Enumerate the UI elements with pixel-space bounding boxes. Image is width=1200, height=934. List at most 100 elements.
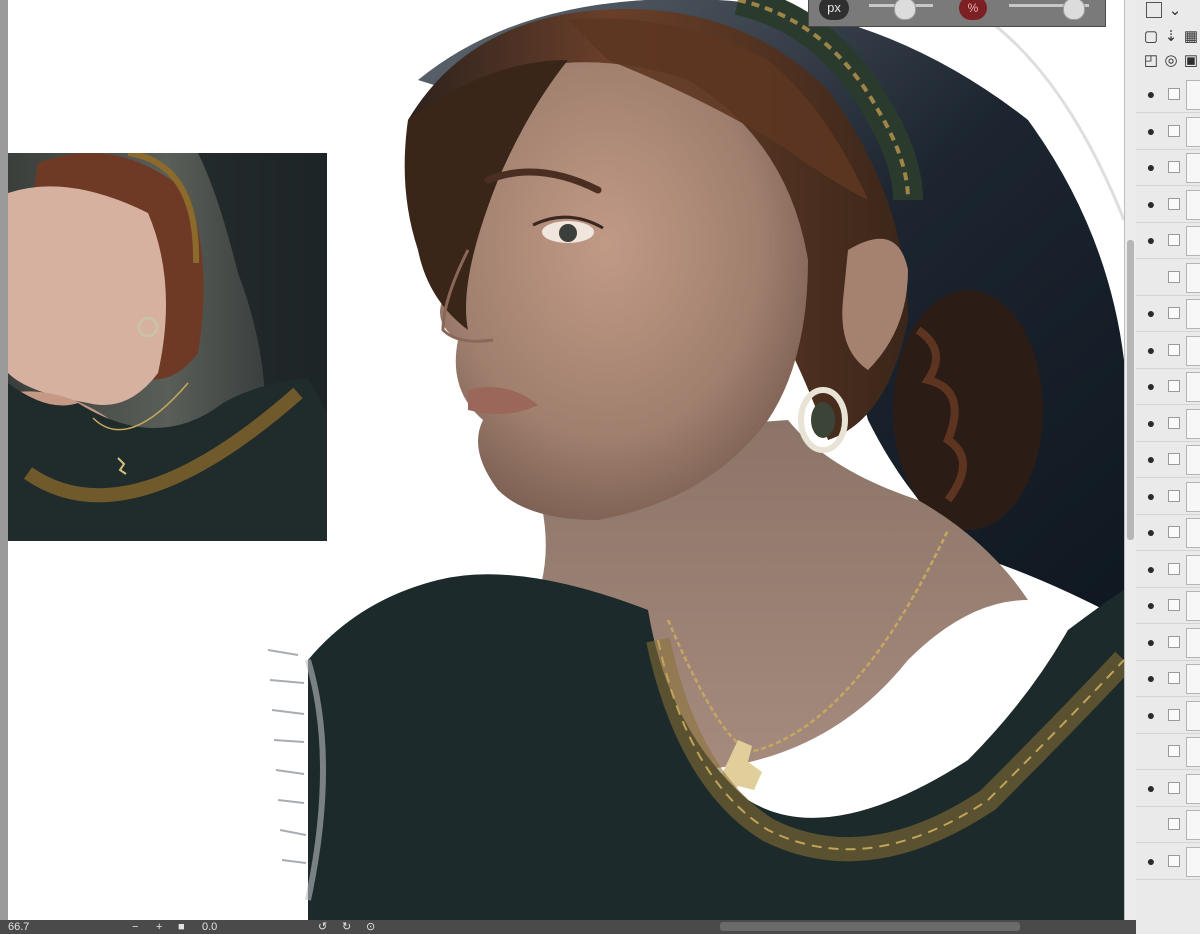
reference-layer-icon[interactable]: ◎ <box>1162 52 1180 70</box>
layer-lock-checkbox[interactable] <box>1168 416 1180 429</box>
layer-lock-checkbox[interactable] <box>1168 489 1180 502</box>
layer-thumbnail <box>1186 408 1200 439</box>
eye-icon[interactable]: ● <box>1142 232 1160 248</box>
layer-row[interactable]: ● <box>1136 149 1200 186</box>
layer-row[interactable]: ● <box>1136 368 1200 405</box>
eye-hidden-icon[interactable] <box>1142 816 1160 832</box>
layer-row[interactable]: ● <box>1136 551 1200 588</box>
brush-size-slider-knob[interactable] <box>894 0 917 20</box>
layer-thumbnail <box>1186 80 1200 110</box>
rotate-right-icon[interactable]: ↻ <box>342 920 351 934</box>
layer-folder-icon[interactable]: ▦ <box>1182 28 1200 46</box>
eye-icon[interactable]: ● <box>1142 451 1160 467</box>
layer-lock-checkbox[interactable] <box>1168 526 1180 538</box>
layer-lock-checkbox[interactable] <box>1168 562 1180 575</box>
new-layer-icon[interactable]: ▢ <box>1142 28 1160 46</box>
layer-lock-checkbox[interactable] <box>1168 635 1180 648</box>
drawing-canvas[interactable]: px % <box>0 0 1124 920</box>
layer-lock-checkbox[interactable] <box>1168 672 1180 684</box>
canvas-status-bar: 66.7 − + ■ 0.0 ↺ ↻ ⊙ <box>0 920 1136 934</box>
layer-lock-checkbox[interactable] <box>1168 161 1180 173</box>
delete-layer-icon[interactable]: ▣ <box>1182 52 1200 70</box>
layer-lock-checkbox[interactable] <box>1168 745 1180 757</box>
eye-icon[interactable]: ● <box>1142 524 1160 540</box>
layer-lock-checkbox[interactable] <box>1168 197 1180 210</box>
paint-app-window: px % ⌄ ▢ ⇣ ▦ ◰ ◎ ▣ ● ● ● ● ● ● ● ● ● ● ● ● ● ● ● ● ● ● ● 6… <box>0 0 1200 934</box>
layer-row[interactable]: ● <box>1136 113 1200 150</box>
layer-row[interactable]: ● <box>1136 76 1200 113</box>
eye-icon[interactable]: ● <box>1142 488 1160 504</box>
layer-row[interactable]: ● <box>1136 222 1200 259</box>
eye-icon[interactable]: ● <box>1142 597 1160 613</box>
layer-lock-checkbox[interactable] <box>1168 343 1180 356</box>
layer-color-icon[interactable] <box>1146 2 1162 18</box>
layer-thumbnail <box>1186 262 1200 293</box>
eye-icon[interactable]: ● <box>1142 196 1160 212</box>
layer-lock-checkbox[interactable] <box>1168 854 1180 867</box>
layer-lock-checkbox[interactable] <box>1168 453 1180 465</box>
eye-icon[interactable]: ● <box>1142 853 1160 869</box>
layer-row[interactable]: ● <box>1136 697 1200 734</box>
transfer-icon[interactable]: ⇣ <box>1162 28 1180 46</box>
brush-size-slider[interactable] <box>869 0 933 20</box>
fit-screen-button[interactable]: ■ <box>178 920 185 934</box>
layer-row[interactable]: ● <box>1136 441 1200 478</box>
layer-row[interactable]: ● <box>1136 295 1200 332</box>
eye-hidden-icon[interactable] <box>1142 269 1160 285</box>
opacity-unit-button[interactable]: % <box>959 0 987 20</box>
eye-icon[interactable]: ● <box>1142 378 1160 394</box>
layer-row[interactable]: ● <box>1136 770 1200 807</box>
layer-row[interactable]: ● <box>1136 405 1200 442</box>
layer-lock-checkbox[interactable] <box>1168 708 1180 721</box>
eye-icon[interactable]: ● <box>1142 707 1160 723</box>
layer-row[interactable]: ● <box>1136 660 1200 697</box>
layer-lock-checkbox[interactable] <box>1168 599 1180 611</box>
layer-lock-checkbox[interactable] <box>1168 380 1180 392</box>
layer-thumbnail <box>1186 627 1200 658</box>
chevron-down-icon[interactable]: ⌄ <box>1166 2 1184 20</box>
layer-thumbnail <box>1186 773 1200 804</box>
eye-hidden-icon[interactable] <box>1142 743 1160 759</box>
zoom-out-button[interactable]: − <box>132 920 138 934</box>
eye-icon[interactable]: ● <box>1142 670 1160 686</box>
layer-lock-checkbox[interactable] <box>1168 270 1180 283</box>
zoom-in-button[interactable]: + <box>156 920 162 934</box>
layer-lock-checkbox[interactable] <box>1168 307 1180 319</box>
mask-icon[interactable]: ◰ <box>1142 52 1160 70</box>
reset-rotation-icon[interactable]: ⊙ <box>366 920 375 934</box>
eye-icon[interactable]: ● <box>1142 634 1160 650</box>
layer-row[interactable]: ● <box>1136 332 1200 369</box>
eye-icon[interactable]: ● <box>1142 305 1160 321</box>
size-unit-button[interactable]: px <box>819 0 849 20</box>
zoom-level-readout[interactable]: 66.7 <box>8 920 29 934</box>
layer-row[interactable] <box>1136 806 1200 843</box>
layer-row[interactable]: ● <box>1136 843 1200 880</box>
layer-lock-checkbox[interactable] <box>1168 234 1180 246</box>
layer-lock-checkbox[interactable] <box>1168 781 1180 794</box>
eye-icon[interactable]: ● <box>1142 342 1160 358</box>
rotate-left-icon[interactable]: ↺ <box>318 920 327 934</box>
opacity-slider-knob[interactable] <box>1063 0 1085 20</box>
eye-icon[interactable]: ● <box>1142 123 1160 139</box>
layer-row[interactable]: ● <box>1136 186 1200 223</box>
layer-row[interactable] <box>1136 733 1200 770</box>
eye-icon[interactable]: ● <box>1142 86 1160 102</box>
layer-lock-checkbox[interactable] <box>1168 88 1180 100</box>
layer-row[interactable]: ● <box>1136 587 1200 624</box>
canvas-scroll-thumb[interactable] <box>1127 240 1134 540</box>
layer-lock-checkbox[interactable] <box>1168 818 1180 830</box>
layer-thumbnail <box>1186 299 1200 329</box>
eye-icon[interactable]: ● <box>1142 780 1160 796</box>
opacity-slider[interactable] <box>1009 0 1089 20</box>
layer-lock-checkbox[interactable] <box>1168 124 1180 137</box>
rotation-readout[interactable]: 0.0 <box>202 920 217 934</box>
layer-row[interactable]: ● <box>1136 514 1200 551</box>
layer-row[interactable]: ● <box>1136 478 1200 515</box>
canvas-horizontal-scrollbar[interactable] <box>720 922 1020 931</box>
eye-icon[interactable]: ● <box>1142 561 1160 577</box>
portrait-painting[interactable] <box>267 0 1124 920</box>
layer-row[interactable]: ● <box>1136 624 1200 661</box>
eye-icon[interactable]: ● <box>1142 415 1160 431</box>
layer-row[interactable] <box>1136 259 1200 296</box>
eye-icon[interactable]: ● <box>1142 159 1160 175</box>
